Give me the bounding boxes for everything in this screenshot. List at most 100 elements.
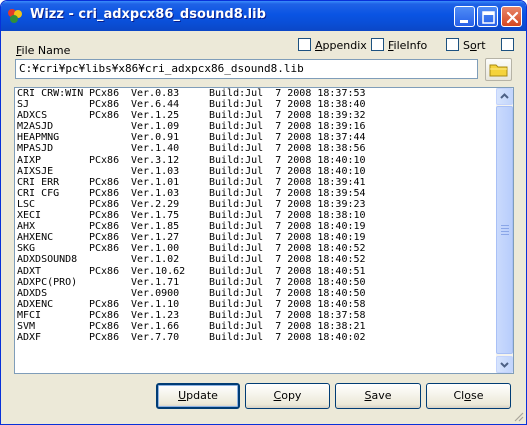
row-version: Ver.0.83 <box>131 88 180 99</box>
list-rows: CRI CRW:WIN PCx86 Ver.0.83 Build:Jul 7 2008… <box>17 88 389 343</box>
title-bar[interactable]: Wizz - cri_adxpcx86_dsound8.lib <box>1 1 526 31</box>
row-name: ADXENC <box>17 298 54 310</box>
chevron-up-icon <box>500 93 509 99</box>
row-build: Build:Jul 7 2008 18:40:50 <box>209 287 366 299</box>
row-platform: PCx86 <box>89 187 120 199</box>
list-row[interactable]: CRI ERR PCx86 Ver.1.01 Build:Jul 7 2008 18:… <box>17 177 389 188</box>
minimize-button[interactable] <box>454 6 475 27</box>
appendix-label: Appendix <box>315 39 367 52</box>
list-row[interactable]: CRI CRW:WIN PCx86 Ver.0.83 Build:Jul 7 2008… <box>17 88 389 99</box>
list-row[interactable]: AHXENC PCx86 Ver.1.27 Build:Jul 7 2008 18:4… <box>17 232 389 243</box>
appendix-checkbox[interactable]: Appendix <box>298 38 367 52</box>
thumb-grip-line <box>501 225 509 226</box>
row-build: Build:Jul 7 2008 18:40:10 <box>209 165 366 177</box>
scroll-up-button[interactable] <box>496 88 513 105</box>
scroll-down-button[interactable] <box>496 356 513 373</box>
list-row[interactable]: ADXCS PCx86 Ver.1.25 Build:Jul 7 2008 18:39… <box>17 110 389 121</box>
sort-checkbox-box[interactable] <box>446 38 459 51</box>
thumb-grip-line <box>501 228 509 229</box>
row-version: Ver.10.62 <box>131 265 186 277</box>
copy-button[interactable]: Copy <box>245 383 330 409</box>
list-row[interactable]: ADXDS Ver.0900 Build:Jul 7 2008 18:40:50 <box>17 288 389 299</box>
row-platform: PCx86 <box>89 176 120 188</box>
vertical-scrollbar[interactable] <box>496 88 513 373</box>
row-platform: PCx86 <box>89 198 120 210</box>
appendix-checkbox-box[interactable] <box>298 38 311 51</box>
list-row[interactable]: MPASJD Ver.1.40 Build:Jul 7 2008 18:38:56 <box>17 143 389 154</box>
save-button[interactable]: Save <box>335 383 421 409</box>
row-version: Ver.1.03 <box>131 187 180 199</box>
list-row[interactable]: ADXDSOUND8 Ver.1.02 Build:Jul 7 2008 18:40… <box>17 254 389 265</box>
row-platform: PCx86 <box>89 232 120 244</box>
list-row[interactable]: SKG PCx86 Ver.1.00 Build:Jul 7 2008 18:40:5… <box>17 243 389 254</box>
scroll-thumb[interactable] <box>496 106 513 354</box>
row-name: MFCI <box>17 309 42 321</box>
wizz-window: Wizz - cri_adxpcx86_dsound8.lib File Nam… <box>0 0 527 425</box>
fileinfo-label: FileInfo <box>388 39 428 52</box>
fileinfo-checkbox-box[interactable] <box>371 38 384 51</box>
row-build: Build:Jul 7 2008 18:40:58 <box>209 298 366 310</box>
folder-icon <box>489 64 508 77</box>
row-name: HEAPMNG <box>17 132 60 144</box>
list-row[interactable]: AIXSJE Ver.1.03 Build:Jul 7 2008 18:40:10 <box>17 166 389 177</box>
row-name: ADXT <box>17 265 42 277</box>
browse-folder-button[interactable] <box>485 58 512 81</box>
file-name-label-text: ile Name <box>21 44 71 57</box>
maximize-icon <box>482 11 495 24</box>
list-row[interactable]: CRI CFG PCx86 Ver.1.03 Build:Jul 7 2008 18:… <box>17 188 389 199</box>
row-name: ADXPC(PRO) <box>17 276 78 288</box>
thumb-grip-line <box>501 231 509 232</box>
file-path-input[interactable]: C:¥cri¥pc¥libs¥x86¥cri_adxpcx86_dsound8.… <box>15 59 478 79</box>
row-version: Ver.1.40 <box>131 143 180 155</box>
row-name: AHX <box>17 221 36 233</box>
list-row[interactable]: MFCI PCx86 Ver.1.23 Build:Jul 7 2008 18:37:… <box>17 310 389 321</box>
row-platform: PCx86 <box>89 221 120 233</box>
row-version: Ver.1.09 <box>131 121 180 133</box>
list-row[interactable]: AIXP PCx86 Ver.3.12 Build:Jul 7 2008 18:40:… <box>17 155 389 166</box>
row-version: Ver.2.29 <box>131 198 180 210</box>
row-platform: PCx86 <box>89 154 120 166</box>
row-name: AIXP <box>17 154 42 166</box>
row-platform: PCx86 <box>89 332 120 344</box>
sort-checkbox[interactable]: Sort <box>446 38 486 52</box>
row-name: MPASJD <box>17 143 54 155</box>
list-row[interactable]: LSC PCx86 Ver.2.29 Build:Jul 7 2008 18:39:2… <box>17 199 389 210</box>
minimize-icon <box>460 20 468 23</box>
row-name: LSC <box>17 198 36 210</box>
list-row[interactable]: ADXPC(PRO) Ver.1.71 Build:Jul 7 2008 18:40… <box>17 277 389 288</box>
row-name: ADXDSOUND8 <box>17 254 78 266</box>
fileinfo-checkbox[interactable]: FileInfo <box>371 38 427 52</box>
row-version: Ver.1.25 <box>131 110 180 122</box>
row-platform: PCx86 <box>89 99 120 111</box>
row-version: Ver.1.66 <box>131 320 180 332</box>
list-row[interactable]: AHX PCx86 Ver.1.85 Build:Jul 7 2008 18:40:1… <box>17 221 389 232</box>
list-row[interactable]: ADXF PCx86 Ver.7.70 Build:Jul 7 2008 18:40:… <box>17 332 389 343</box>
wizz-app-icon[interactable] <box>7 8 23 24</box>
list-row[interactable]: M2ASJD Ver.1.09 Build:Jul 7 2008 18:39:16 <box>17 121 389 132</box>
row-name: ADXCS <box>17 110 48 122</box>
library-info-list[interactable]: CRI CRW:WIN PCx86 Ver.0.83 Build:Jul 7 2008… <box>14 87 514 374</box>
row-platform: PCx86 <box>89 298 120 310</box>
list-row[interactable]: SVM PCx86 Ver.1.66 Build:Jul 7 2008 18:38:2… <box>17 321 389 332</box>
list-row[interactable]: ADXENC PCx86 Ver.1.10 Build:Jul 7 2008 18:4… <box>17 299 389 310</box>
row-build: Build:Jul 7 2008 18:40:10 <box>209 154 366 166</box>
list-row[interactable]: XECI PCx86 Ver.1.75 Build:Jul 7 2008 18:38:… <box>17 210 389 221</box>
close-button[interactable]: Close <box>426 383 511 409</box>
row-platform: PCx86 <box>89 243 120 255</box>
list-row[interactable]: ADXT PCx86 Ver.10.62 Build:Jul 7 2008 18:40… <box>17 266 389 277</box>
maximize-button[interactable] <box>477 6 498 27</box>
row-name: SJ <box>17 99 30 111</box>
file-name-label: File Name <box>16 44 70 57</box>
extra-checkbox[interactable] <box>501 38 514 51</box>
update-button[interactable]: Update <box>156 383 240 409</box>
row-version: Ver.1.23 <box>131 309 180 321</box>
row-build: Build:Jul 7 2008 18:38:21 <box>209 320 366 332</box>
row-build: Build:Jul 7 2008 18:40:02 <box>209 332 366 344</box>
row-build: Build:Jul 7 2008 18:40:50 <box>209 276 366 288</box>
list-row[interactable]: HEAPMNG Ver.0.91 Build:Jul 7 2008 18:37:44 <box>17 132 389 143</box>
close-window-button[interactable] <box>501 6 522 27</box>
row-version: Ver.1.02 <box>131 254 180 266</box>
row-build: Build:Jul 7 2008 18:40:52 <box>209 243 366 255</box>
resize-grip-icon[interactable] <box>512 410 524 422</box>
list-row[interactable]: SJ PCx86 Ver.6.44 Build:Jul 7 2008 18:38:40 <box>17 99 389 110</box>
